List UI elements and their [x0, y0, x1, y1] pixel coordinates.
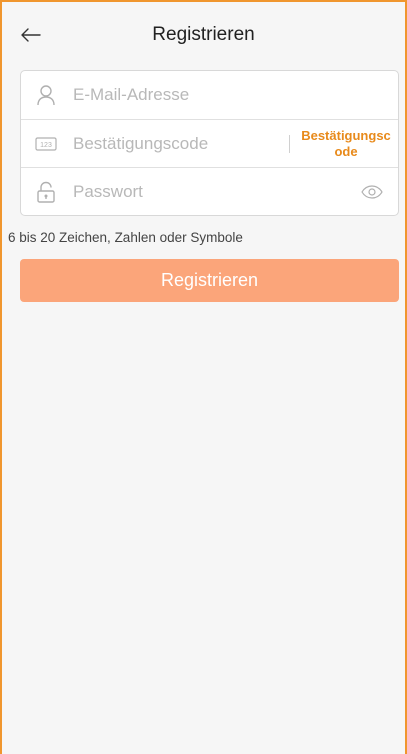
email-input[interactable] [71, 84, 398, 106]
register-button[interactable]: Registrieren [20, 259, 399, 302]
header: Registrieren [2, 2, 405, 66]
eye-icon [361, 185, 383, 199]
user-icon [35, 84, 57, 106]
lock-icon [35, 181, 57, 203]
password-input[interactable] [71, 181, 360, 203]
verification-code-input[interactable] [71, 133, 289, 155]
password-visibility-toggle[interactable] [360, 180, 384, 204]
svg-text:123: 123 [40, 142, 52, 149]
code-123-icon: 123 [35, 133, 57, 155]
send-code-button[interactable]: Bestätigungscode [300, 128, 392, 160]
password-hint: 6 bis 20 Zeichen, Zahlen oder Symbole [8, 230, 243, 245]
app-screen: Registrieren 123 Bestätigungscode [0, 0, 407, 754]
divider [289, 135, 290, 153]
code-row: 123 Bestätigungscode [21, 119, 398, 168]
registration-form: 123 Bestätigungscode [20, 70, 399, 216]
email-row [21, 71, 398, 119]
page-title: Registrieren [152, 24, 255, 45]
password-row [21, 167, 398, 216]
